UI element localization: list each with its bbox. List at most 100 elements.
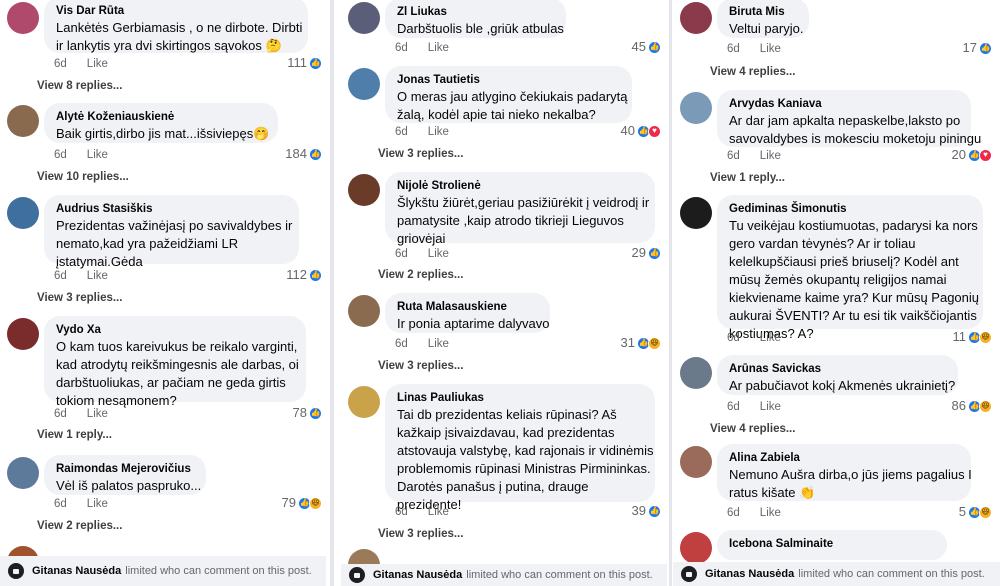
reaction-count[interactable]: 31 👍 😆	[621, 335, 661, 351]
comment-author[interactable]: Ruta Malasauskiene	[397, 300, 538, 314]
comment-time[interactable]: 6d	[54, 408, 67, 420]
view-replies-link[interactable]: View 1 reply...	[710, 171, 785, 185]
like-button[interactable]: Like	[760, 332, 781, 344]
reaction-count[interactable]: 45 👍	[632, 39, 661, 55]
view-replies-link[interactable]: View 10 replies...	[37, 170, 129, 184]
view-replies-link[interactable]: View 2 replies...	[378, 268, 463, 282]
like-button[interactable]: Like	[87, 270, 108, 282]
like-button[interactable]: Like	[760, 507, 781, 519]
comment-text: Tai db prezidentas keliais rūpinasi? Aš	[397, 407, 617, 422]
comment-time[interactable]: 6d	[395, 42, 408, 54]
avatar[interactable]	[680, 2, 712, 34]
like-button[interactable]: Like	[760, 43, 781, 55]
avatar[interactable]	[348, 68, 380, 100]
reaction-count[interactable]: 112 👍	[286, 267, 322, 283]
comment-time[interactable]: 6d	[54, 58, 67, 70]
comment-author[interactable]: Audrius Stasiškis	[56, 202, 287, 216]
avatar[interactable]	[348, 386, 380, 418]
view-replies-link[interactable]: View 2 replies...	[37, 519, 122, 533]
like-button[interactable]: Like	[428, 506, 449, 518]
reaction-count[interactable]: 184 👍	[285, 146, 322, 162]
comment-time[interactable]: 6d	[395, 506, 408, 518]
comment-author[interactable]: Arvydas Kaniava	[729, 97, 959, 111]
reaction-count[interactable]: 29 👍	[632, 245, 661, 261]
avatar[interactable]	[680, 92, 712, 124]
lock-icon	[8, 563, 24, 579]
comment-bubble: Jonas Tautietis O meras jau atlygino ček…	[385, 66, 632, 123]
page-owner-name[interactable]: Gitanas Nausėda	[32, 565, 121, 577]
reaction-count[interactable]: 79 👍 😆	[282, 495, 322, 511]
avatar[interactable]	[7, 2, 39, 34]
comment-time[interactable]: 6d	[395, 248, 408, 260]
reaction-count[interactable]: 111 👍	[287, 55, 322, 71]
reaction-count[interactable]: 40 👍 ♥	[621, 123, 661, 139]
comment-author[interactable]: Alytė Koženiauskienė	[56, 110, 266, 124]
reaction-count[interactable]: 11 👍 😆	[953, 329, 992, 345]
comment-time[interactable]: 6d	[727, 507, 740, 519]
comment-author[interactable]: Biruta Mis	[729, 5, 797, 19]
reaction-count[interactable]: 39 👍	[632, 503, 661, 519]
comment-author[interactable]: Linas Pauliukas	[397, 391, 643, 405]
avatar[interactable]	[348, 174, 380, 206]
reaction-count[interactable]: 20 👍 ♥	[952, 147, 992, 163]
comment-author[interactable]: Zl Liukas	[397, 5, 554, 19]
reaction-count[interactable]: 86 👍 😆	[952, 398, 992, 414]
love-reaction-icon: ♥	[979, 148, 992, 162]
like-button[interactable]: Like	[428, 126, 449, 138]
comment-time[interactable]: 6d	[727, 43, 740, 55]
avatar[interactable]	[680, 532, 712, 564]
avatar[interactable]	[348, 2, 380, 34]
comment-author[interactable]: Alina Zabiela	[729, 451, 959, 465]
avatar[interactable]	[680, 197, 712, 229]
like-button[interactable]: Like	[428, 42, 449, 54]
comment-time[interactable]: 6d	[395, 338, 408, 350]
avatar[interactable]	[7, 457, 39, 489]
comment-time[interactable]: 6d	[395, 126, 408, 138]
comment-time[interactable]: 6d	[727, 401, 740, 413]
comment-author[interactable]: Jonas Tautietis	[397, 73, 620, 87]
comment-time[interactable]: 6d	[727, 150, 740, 162]
comment-author[interactable]: Nijolė Strolienė	[397, 179, 643, 193]
view-replies-link[interactable]: View 3 replies...	[378, 527, 463, 541]
reaction-count[interactable]: 17 👍	[963, 40, 992, 56]
avatar[interactable]	[7, 197, 39, 229]
comment-bubble: Gediminas Šimonutis Tu veikėjau kostiumu…	[717, 195, 983, 341]
reaction-count[interactable]: 5 👍 😆	[959, 504, 992, 520]
comment-author[interactable]: Icebona Salminaite	[729, 537, 935, 551]
comment-author[interactable]: Vis Dar Rūta	[56, 4, 296, 18]
comment-text: aukurai ŠVENTI? Ar tu esi tik vaikščioja…	[729, 308, 977, 323]
like-button[interactable]: Like	[87, 408, 108, 420]
avatar[interactable]	[7, 105, 39, 137]
comment-author[interactable]: Gediminas Šimonutis	[729, 202, 971, 216]
comment-author[interactable]: Raimondas Mejerovičius	[56, 462, 194, 476]
avatar[interactable]	[348, 295, 380, 327]
view-replies-link[interactable]: View 3 replies...	[378, 359, 463, 373]
view-replies-link[interactable]: View 3 replies...	[378, 147, 463, 161]
comment-time[interactable]: 6d	[54, 498, 67, 510]
view-replies-link[interactable]: View 1 reply...	[37, 428, 112, 442]
like-button[interactable]: Like	[428, 338, 449, 350]
page-owner-name[interactable]: Gitanas Nausėda	[373, 569, 462, 581]
comment-time[interactable]: 6d	[727, 332, 740, 344]
view-replies-link[interactable]: View 8 replies...	[37, 79, 122, 93]
avatar[interactable]	[680, 446, 712, 478]
reaction-count[interactable]: 78 👍	[293, 405, 322, 421]
like-button[interactable]: Like	[87, 149, 108, 161]
comment-author[interactable]: Arūnas Savickas	[729, 362, 946, 376]
like-button[interactable]: Like	[760, 401, 781, 413]
comment-time[interactable]: 6d	[54, 149, 67, 161]
view-replies-link[interactable]: View 4 replies...	[710, 65, 795, 79]
comment-text: įstatymai.Gėda	[56, 254, 143, 269]
avatar[interactable]	[680, 357, 712, 389]
restriction-notice: limited who can comment on this post.	[125, 565, 312, 577]
comment-author[interactable]: Vydo Xa	[56, 323, 294, 337]
like-button[interactable]: Like	[87, 58, 108, 70]
avatar[interactable]	[7, 318, 39, 350]
comment-time[interactable]: 6d	[54, 270, 67, 282]
like-button[interactable]: Like	[760, 150, 781, 162]
like-button[interactable]: Like	[87, 498, 108, 510]
view-replies-link[interactable]: View 3 replies...	[37, 291, 122, 305]
page-owner-name[interactable]: Gitanas Nausėda	[705, 568, 794, 580]
view-replies-link[interactable]: View 4 replies...	[710, 422, 795, 436]
like-button[interactable]: Like	[428, 248, 449, 260]
